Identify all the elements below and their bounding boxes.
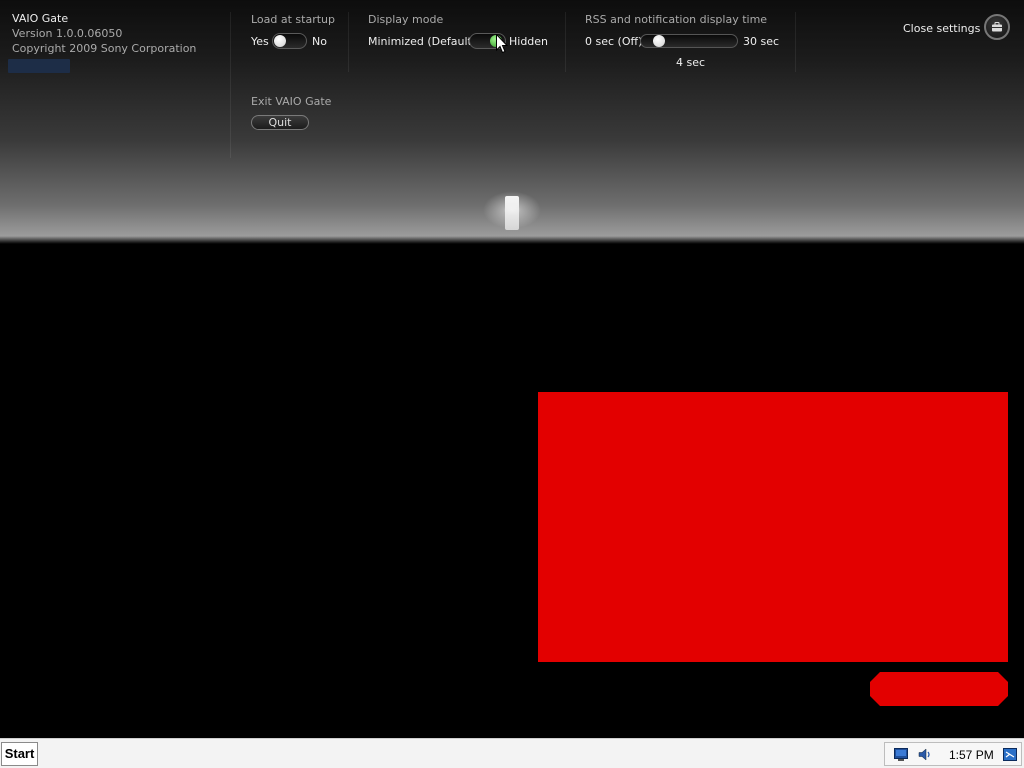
- display-mode-label: Display mode: [368, 13, 444, 26]
- quit-button[interactable]: Quit: [251, 115, 309, 130]
- monitor-icon[interactable]: [894, 748, 908, 761]
- selection-highlight: [8, 59, 70, 73]
- clock[interactable]: 1:57 PM: [949, 748, 994, 762]
- app-version: Version 1.0.0.06050: [12, 27, 123, 40]
- network-icon[interactable]: [1003, 748, 1017, 761]
- taskbar: Start 1:57 PM: [0, 738, 1024, 768]
- startup-no-label: No: [312, 35, 327, 48]
- system-tray: 1:57 PM: [884, 742, 1022, 766]
- display-mode-minimized-label: Minimized (Default): [368, 35, 477, 48]
- rss-display-time-slider[interactable]: [640, 34, 738, 48]
- load-at-startup-toggle[interactable]: [272, 33, 307, 49]
- load-at-startup-label: Load at startup: [251, 13, 336, 26]
- divider: [565, 12, 566, 72]
- divider: [348, 12, 349, 72]
- toggle-knob: [274, 35, 286, 47]
- app-copyright: Copyright 2009 Sony Corporation: [12, 42, 197, 55]
- speaker-icon[interactable]: [918, 748, 932, 761]
- start-button[interactable]: Start: [1, 742, 38, 766]
- rss-value-label: 4 sec: [676, 56, 706, 69]
- divider: [230, 12, 231, 158]
- rss-max-label: 30 sec: [743, 35, 780, 48]
- app-title: VAIO Gate: [12, 12, 69, 25]
- settings-panel: VAIO Gate Version 1.0.0.06050 Copyright …: [0, 0, 1024, 244]
- startup-yes-label: Yes: [251, 35, 269, 48]
- briefcase-icon: [992, 22, 1002, 32]
- display-mode-hidden-label: Hidden: [509, 35, 549, 48]
- mouse-cursor-icon: [496, 34, 508, 54]
- rss-display-time-label: RSS and notification display time: [585, 13, 768, 26]
- red-content-panel: [538, 392, 1008, 662]
- red-button-shape: [870, 672, 1008, 706]
- close-settings-button[interactable]: [984, 14, 1010, 40]
- dock-handle[interactable]: [505, 196, 519, 230]
- rss-min-label: 0 sec (Off): [585, 35, 643, 48]
- close-settings-label[interactable]: Close settings: [903, 22, 980, 35]
- exit-label: Exit VAIO Gate: [251, 95, 332, 108]
- divider: [795, 12, 796, 72]
- slider-knob[interactable]: [653, 35, 666, 47]
